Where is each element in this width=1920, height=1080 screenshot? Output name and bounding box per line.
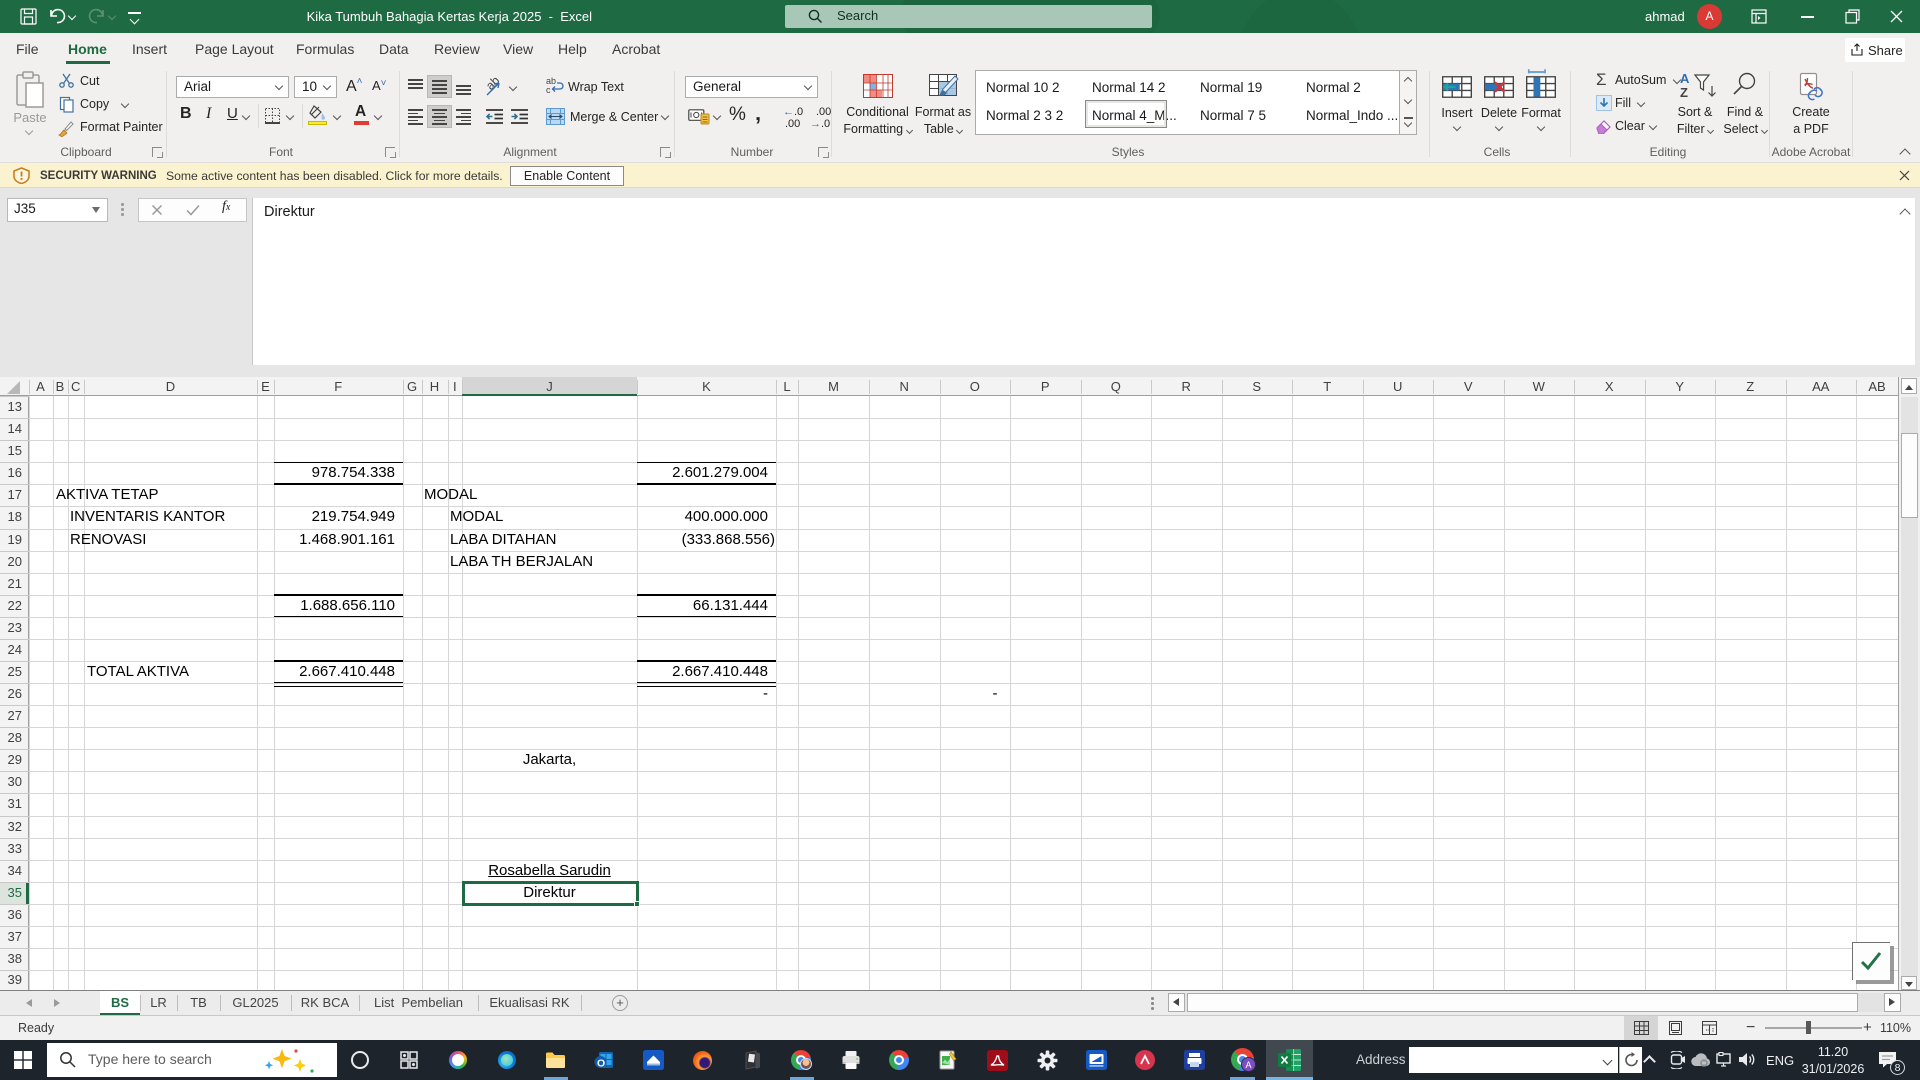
svg-text:O: O — [597, 1058, 605, 1070]
svg-text:c: c — [546, 85, 551, 94]
